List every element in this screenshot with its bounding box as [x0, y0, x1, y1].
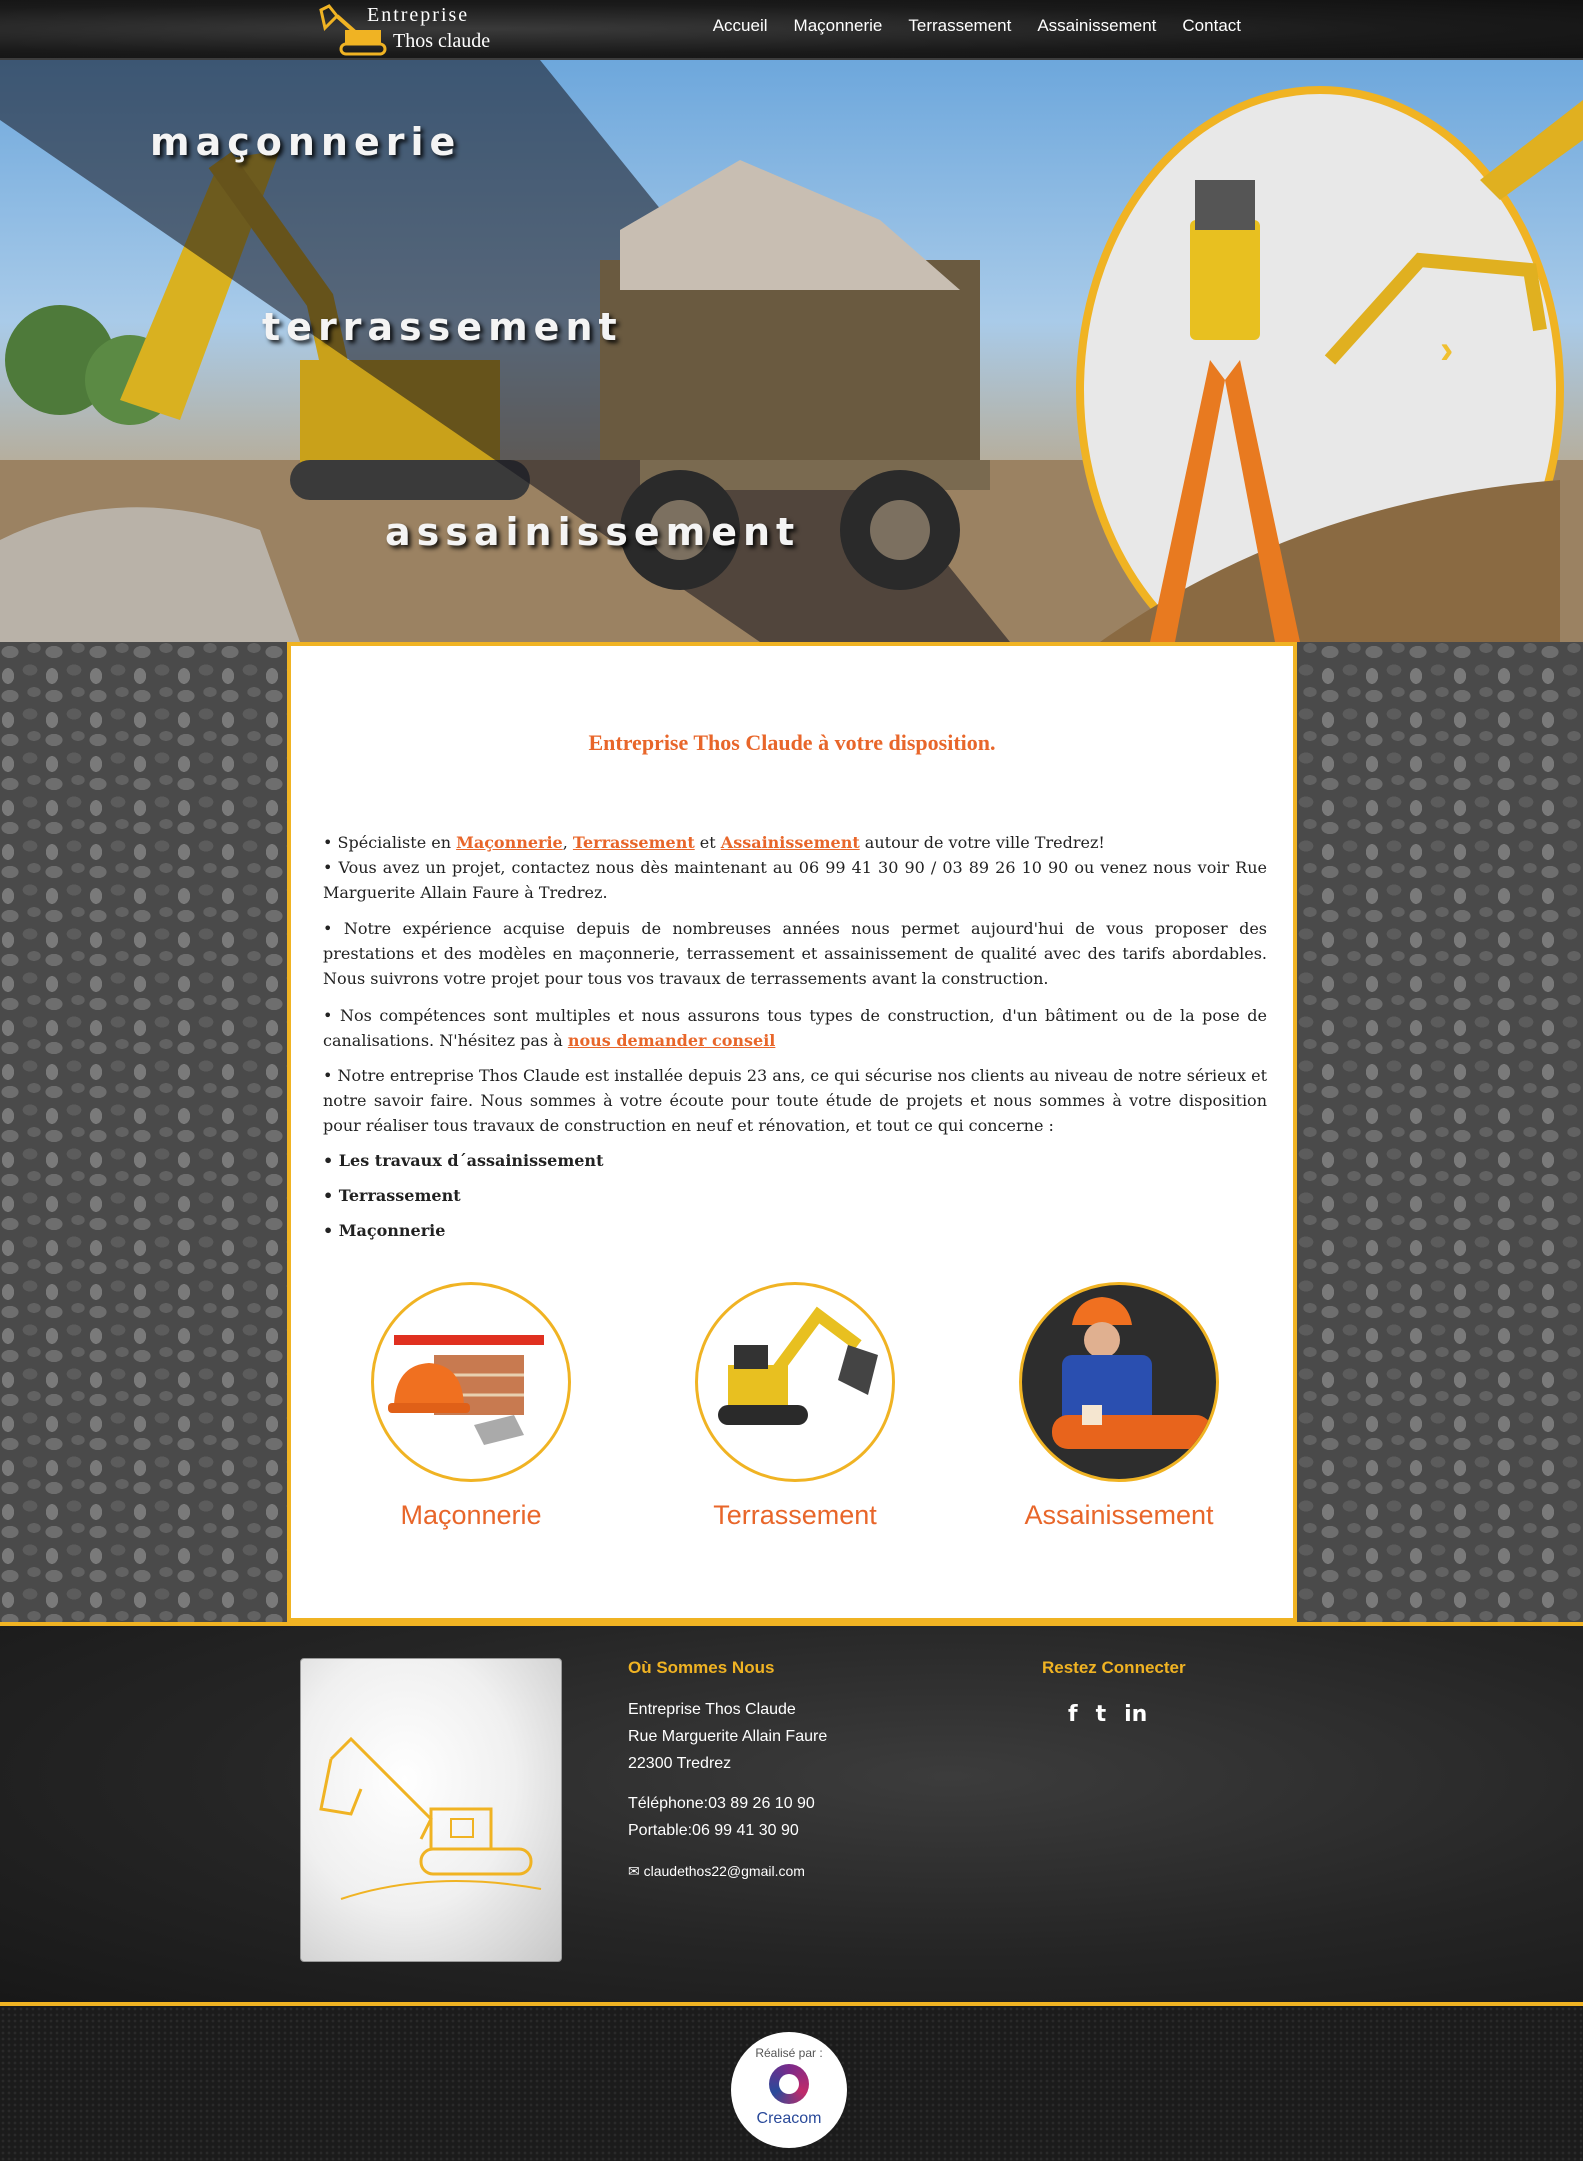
- footer-where-title: Où Sommes Nous: [628, 1658, 775, 1677]
- service-assainissement[interactable]: Assainissement: [1019, 1282, 1219, 1531]
- installed-paragraph: • Notre entreprise Thos Claude est insta…: [323, 1066, 1267, 1135]
- footer-logo: [300, 1658, 562, 1962]
- site-logo[interactable]: Entreprise Thos claude: [315, 0, 495, 60]
- top-navbar: Entreprise Thos claude Accueil Maçonneri…: [0, 0, 1583, 60]
- page-title: Entreprise Thos Claude à votre dispositi…: [588, 730, 996, 755]
- intro-sep-1: ,: [562, 833, 573, 852]
- made-by-label: Réalisé par :: [755, 2046, 823, 2060]
- link-assainissement[interactable]: Assainissement: [721, 833, 860, 852]
- envelope-icon: ✉: [628, 1863, 644, 1879]
- hero-banner: maçonnerie terrassement assainissement ›: [0, 60, 1583, 642]
- footer-address: Entreprise Thos Claude Rue Marguerite Al…: [628, 1696, 827, 1777]
- footer: Où Sommes Nous Entreprise Thos Claude Ru…: [0, 1622, 1583, 2002]
- service-label-maconnerie[interactable]: Maçonnerie: [371, 1500, 571, 1531]
- experience-paragraph: • Notre expérience acquise depuis de nom…: [323, 919, 1267, 988]
- intro-suffix: autour de votre ville Tredrez!: [859, 833, 1105, 852]
- intro-paragraph: • Spécialiste en Maçonnerie, Terrassemen…: [323, 830, 1267, 905]
- creacom-badge[interactable]: Réalisé par : Creacom: [731, 2032, 847, 2148]
- hero-word-assainissement: assainissement: [385, 510, 801, 554]
- nav-contact[interactable]: Contact: [1182, 16, 1241, 36]
- footer-email-row[interactable]: ✉ claudethos22@gmail.com: [628, 1858, 805, 1885]
- link-conseil[interactable]: nous demander conseil: [568, 1031, 776, 1050]
- bullet-terrassement: • Terrassement: [323, 1186, 461, 1205]
- footer-phone[interactable]: Téléphone:03 89 26 10 90: [628, 1790, 815, 1817]
- bullet-maconnerie: • Maçonnerie: [323, 1221, 446, 1240]
- logo-line-1: Entreprise: [367, 4, 470, 26]
- nav-maconnerie[interactable]: Maçonnerie: [794, 16, 883, 36]
- nav-terrassement[interactable]: Terrassement: [908, 16, 1011, 36]
- service-terrassement[interactable]: Terrassement: [695, 1282, 895, 1531]
- footer-phones: Téléphone:03 89 26 10 90 Portable:06 99 …: [628, 1790, 815, 1844]
- creacom-name: Creacom: [756, 2110, 822, 2127]
- contact-line: • Vous avez un projet, contactez nous dè…: [323, 858, 1267, 902]
- nav-assainissement[interactable]: Assainissement: [1037, 16, 1156, 36]
- main-content: Entreprise Thos Claude à votre dispositi…: [287, 642, 1297, 1622]
- bottom-bar: Réalisé par : Creacom: [0, 2002, 1583, 2161]
- intro-prefix: • Spécialiste en: [323, 833, 457, 852]
- hero-word-terrassement: terrassement: [262, 305, 623, 349]
- logo-line-2: Thos claude: [393, 30, 491, 52]
- main-nav: Accueil Maçonnerie Terrassement Assainis…: [713, 16, 1241, 36]
- nav-accueil[interactable]: Accueil: [713, 16, 768, 36]
- service-maconnerie[interactable]: Maçonnerie: [371, 1282, 571, 1531]
- creacom-logo-icon: [769, 2064, 809, 2104]
- footer-email[interactable]: claudethos22@gmail.com: [644, 1863, 805, 1879]
- competences-paragraph: • Nos compétences sont multiples et nous…: [323, 1003, 1267, 1053]
- competences-text: • Nos compétences sont multiples et nous…: [323, 1006, 1267, 1050]
- excavator-icon[interactable]: [695, 1282, 895, 1482]
- social-links: f t in: [1068, 1702, 1147, 1727]
- hero-word-maconnerie: maçonnerie: [150, 120, 462, 164]
- footer-company: Entreprise Thos Claude: [628, 1701, 796, 1718]
- intro-sep-2: et: [694, 833, 721, 852]
- masonry-tools-icon[interactable]: [371, 1282, 571, 1482]
- bullet-assainissement: • Les travaux d´assainissement: [323, 1151, 604, 1170]
- worker-pipe-icon[interactable]: [1019, 1282, 1219, 1482]
- footer-city: 22300 Tredrez: [628, 1755, 732, 1772]
- link-terrassement[interactable]: Terrassement: [573, 833, 695, 852]
- linkedin-icon[interactable]: in: [1124, 1702, 1147, 1727]
- twitter-icon[interactable]: t: [1096, 1702, 1107, 1727]
- carousel-next-icon[interactable]: ›: [1440, 328, 1453, 373]
- link-maconnerie[interactable]: Maçonnerie: [456, 833, 563, 852]
- service-label-assainissement[interactable]: Assainissement: [1019, 1500, 1219, 1531]
- footer-mobile[interactable]: Portable:06 99 41 30 90: [628, 1817, 815, 1844]
- service-label-terrassement[interactable]: Terrassement: [695, 1500, 895, 1531]
- facebook-icon[interactable]: f: [1068, 1702, 1078, 1727]
- footer-street: Rue Marguerite Allain Faure: [628, 1728, 828, 1745]
- footer-social-title: Restez Connecter: [1042, 1658, 1186, 1677]
- excavator-sketch-icon: [319, 1736, 542, 1900]
